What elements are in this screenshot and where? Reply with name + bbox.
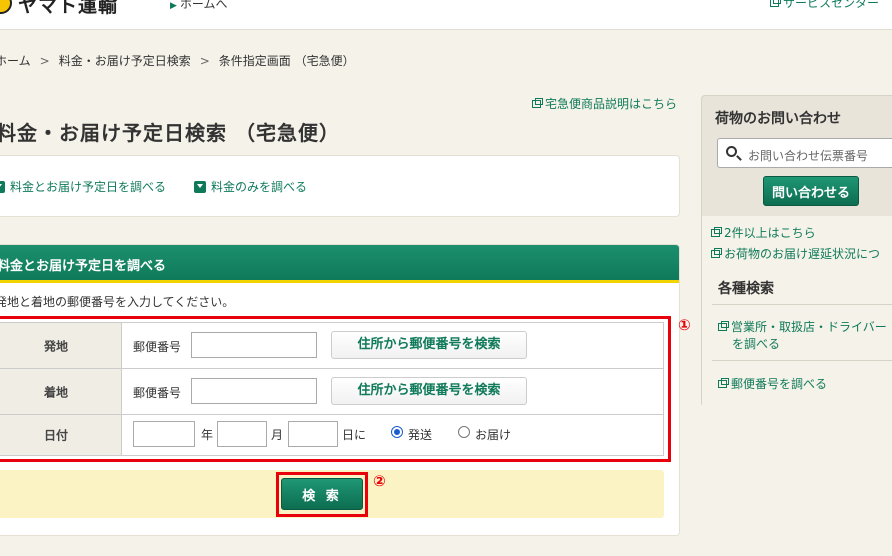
origin-postal-input[interactable] — [191, 332, 317, 358]
radio-deliver-label[interactable]: お届け — [475, 426, 511, 443]
annotation-number-2: ② — [373, 472, 386, 490]
breadcrumb-separator-icon: > — [39, 54, 50, 68]
breadcrumb: ホーム > 料金・お届け予定日検索 > 条件指定画面 （宅急便） — [0, 52, 355, 69]
breadcrumb-separator-icon: > — [199, 54, 210, 68]
date-label-cell: 日付 — [0, 415, 122, 455]
destination-postal-input[interactable] — [191, 378, 317, 404]
arrow-down-icon — [194, 181, 206, 193]
delay-status-link[interactable]: お荷物のお届け遅延状況につ — [711, 245, 880, 262]
postal-code-search-link[interactable]: 郵便番号を調べる — [718, 375, 827, 392]
office-search-link-line2[interactable]: を調べる — [732, 335, 780, 352]
destination-address-search-button[interactable]: 住所から郵便番号を検索 — [331, 377, 527, 405]
form-header: 料金とお届け予定日を調べる — [0, 245, 679, 283]
external-link-icon — [718, 321, 729, 331]
form-instruction: 発地と着地の郵便番号を入力してください。 — [0, 295, 235, 309]
home-link[interactable]: ▶ ホームへ — [170, 0, 228, 12]
month-input[interactable] — [217, 421, 267, 447]
radio-deliver[interactable] — [458, 426, 470, 438]
input-table: 発地 郵便番号 住所から郵便番号を検索 着地 郵便番号 住所から郵便番号を検索 … — [0, 322, 664, 456]
arrow-down-icon — [0, 181, 5, 193]
tracking-sidebar: 荷物のお問い合わせ お問い合わせ伝票番号 問い合わせる 2件以上はこちら お荷物… — [701, 95, 892, 408]
origin-address-search-button[interactable]: 住所から郵便番号を検索 — [331, 331, 527, 359]
external-link-icon — [532, 98, 543, 108]
mode-fee-and-date-link[interactable]: 料金とお届け予定日を調べる — [0, 178, 166, 195]
chevron-right-icon: ▶ — [170, 1, 177, 11]
radio-send-label[interactable]: 発送 — [408, 426, 432, 443]
destination-label: 着地 — [43, 385, 68, 399]
tracking-number-placeholder: お問い合わせ伝票番号 — [748, 149, 869, 163]
destination-postal-label: 郵便番号 — [133, 386, 182, 400]
tracking-box: 荷物のお問い合わせ お問い合わせ伝票番号 問い合わせる — [702, 96, 892, 216]
page-title: 料金・お届け予定日検索 （宅急便） — [0, 121, 340, 145]
tracking-title: 荷物のお問い合わせ — [715, 111, 841, 127]
form-header-title: 料金とお届け予定日を調べる — [0, 259, 167, 274]
breadcrumb-fee-search[interactable]: 料金・お届け予定日検索 — [59, 54, 191, 68]
external-link-icon — [718, 378, 729, 388]
breadcrumb-current: 条件指定画面 （宅急便） — [218, 54, 355, 68]
destination-row: 着地 郵便番号 住所から郵便番号を検索 — [0, 369, 663, 415]
external-link-icon — [711, 248, 722, 258]
day-unit: 日に — [342, 428, 367, 442]
postal-code-search-label: 郵便番号を調べる — [731, 377, 828, 391]
year-input[interactable] — [133, 421, 195, 447]
search-icon — [726, 146, 737, 157]
home-link-label: ホームへ — [179, 0, 228, 11]
day-input[interactable] — [288, 421, 338, 447]
month-unit: 月 — [271, 428, 284, 442]
mode-fee-only-label: 料金のみを調べる — [211, 180, 308, 194]
sidebar-divider — [712, 304, 892, 305]
origin-label-cell: 発地 — [0, 323, 122, 368]
service-center-label: サービスセンター — [783, 0, 880, 10]
product-description-link[interactable]: 宅急便商品説明はこちら — [532, 95, 677, 112]
sidebar-divider — [712, 360, 892, 361]
year-unit: 年 — [201, 428, 214, 442]
office-search-label: 営業所・取扱店・ドライバー — [731, 320, 887, 334]
date-row: 日付 年 月 日に 発送 お届け — [0, 415, 663, 455]
product-description-label: 宅急便商品説明はこちら — [545, 97, 678, 111]
external-link-icon — [711, 227, 722, 237]
destination-label-cell: 着地 — [0, 369, 122, 414]
office-search-link[interactable]: 営業所・取扱店・ドライバー — [718, 318, 887, 335]
breadcrumb-home[interactable]: ホーム — [0, 54, 31, 68]
external-link-icon — [770, 0, 781, 7]
annotation-number-1: ① — [678, 316, 691, 334]
search-mode-box: 料金とお届け予定日を調べる 料金のみを調べる — [0, 155, 680, 217]
yamato-logo-icon[interactable] — [0, 0, 12, 14]
multi-inquiry-link[interactable]: 2件以上はこちら — [711, 224, 816, 241]
origin-row: 発地 郵便番号 住所から郵便番号を検索 — [0, 323, 663, 369]
mode-fee-and-date-label: 料金とお届け予定日を調べる — [10, 180, 167, 194]
service-center-link[interactable]: サービスセンター — [770, 0, 879, 11]
inquiry-button[interactable]: 問い合わせる — [763, 176, 859, 206]
mode-fee-only-link[interactable]: 料金のみを調べる — [194, 178, 307, 195]
origin-label: 発地 — [43, 339, 68, 353]
radio-send[interactable] — [391, 426, 403, 438]
delay-status-label: お荷物のお届け遅延状況につ — [724, 247, 881, 261]
origin-postal-label: 郵便番号 — [133, 340, 182, 354]
various-search-heading: 各種検索 — [718, 281, 774, 297]
search-button[interactable]: 検 索 — [281, 478, 363, 510]
tracking-number-input[interactable]: お問い合わせ伝票番号 — [717, 138, 892, 168]
date-label: 日付 — [43, 428, 68, 443]
multi-inquiry-label: 2件以上はこちら — [724, 226, 816, 240]
site-header: ヤマト運輸 ▶ ホームへ サービスセンター — [0, 0, 892, 30]
site-logo-text[interactable]: ヤマト運輸 — [18, 0, 118, 18]
